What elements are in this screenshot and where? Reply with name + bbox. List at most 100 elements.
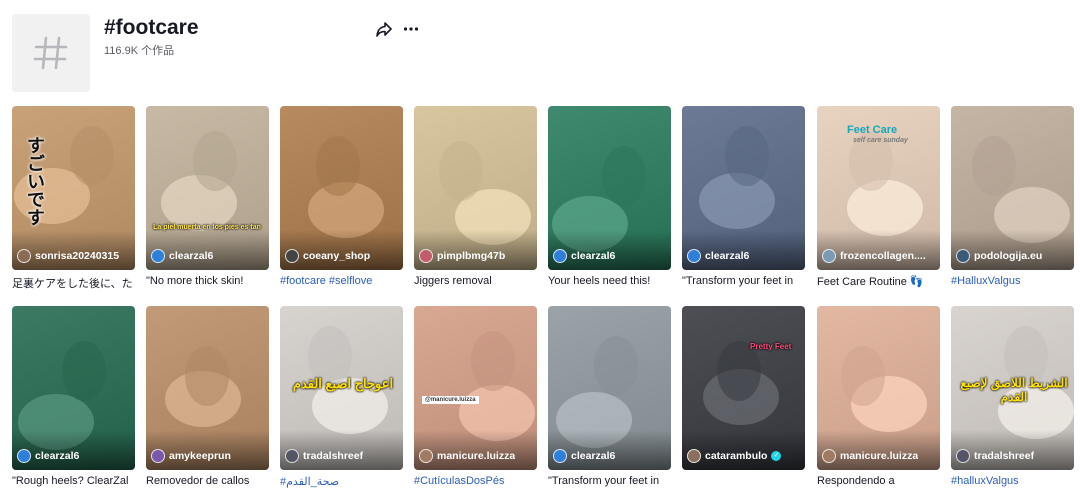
overlay-text: اعوجاج اصبع القدم: [292, 376, 394, 391]
video-caption: [682, 475, 805, 489]
author-avatar: [553, 449, 567, 463]
video-card[interactable]: pimplbmg47b Jiggers removal: [414, 106, 537, 289]
author-name: amykeeprun: [169, 450, 231, 462]
video-thumbnail[interactable]: Pretty Feet catarambulo ✓: [682, 306, 805, 470]
video-card[interactable]: Pretty Feet catarambulo ✓: [682, 306, 805, 489]
video-card[interactable]: La piel muerta en los pies es tan clearza…: [146, 106, 269, 289]
video-author[interactable]: tradalshreef: [285, 449, 400, 463]
video-card[interactable]: coeany_shop #footcare #selflove: [280, 106, 403, 289]
video-author[interactable]: clearzal6: [17, 449, 132, 463]
video-card[interactable]: manicure.luizza Respondendo a: [817, 306, 940, 489]
video-thumbnail[interactable]: Feet Care self care sunday frozencollagen.…: [817, 106, 940, 270]
overlay-text: Pretty Feet: [750, 342, 792, 351]
author-avatar: [956, 249, 970, 263]
author-name: manicure.luizza: [840, 450, 919, 462]
author-name: tradalshreef: [974, 450, 1035, 462]
video-caption: Jiggers removal: [414, 275, 492, 287]
author-name: sonrisa20240315: [35, 250, 120, 262]
author-avatar: [419, 249, 433, 263]
video-caption: Respondendo a: [817, 475, 895, 487]
video-author[interactable]: amykeeprun: [151, 449, 266, 463]
author-name: tradalshreef: [303, 450, 364, 462]
author-avatar: [822, 449, 836, 463]
video-thumbnail[interactable]: الشريط اللاصق لإصبع القدم tradalshreef: [951, 306, 1074, 470]
video-thumbnail[interactable]: clearzal6: [548, 106, 671, 270]
video-card[interactable]: podologija.eu #HalluxValgus: [951, 106, 1074, 289]
video-author[interactable]: clearzal6: [553, 449, 668, 463]
verified-icon: ✓: [771, 451, 782, 461]
author-name: frozencollagen....: [840, 250, 926, 262]
overlay-subtext: self care sunday: [853, 137, 908, 144]
video-card[interactable]: @manicure.luizza manicure.luizza #Cutícula…: [414, 306, 537, 489]
video-caption: 足裏ケアをした後に、た: [12, 278, 133, 289]
video-thumbnail[interactable]: clearzal6: [548, 306, 671, 470]
video-author[interactable]: sonrisa20240315: [17, 249, 132, 263]
author-avatar: [822, 249, 836, 263]
video-caption[interactable]: #CutículasDosPés: [414, 475, 537, 489]
video-thumbnail[interactable]: manicure.luizza: [817, 306, 940, 470]
video-thumbnail[interactable]: すごいです sonrisa20240315: [12, 106, 135, 270]
author-name: clearzal6: [169, 250, 214, 262]
video-author[interactable]: clearzal6: [151, 249, 266, 263]
video-thumbnail[interactable]: pimplbmg47b: [414, 106, 537, 270]
video-card[interactable]: الشريط اللاصق لإصبع القدم tradalshreef #ha…: [951, 306, 1074, 489]
author-avatar: [151, 449, 165, 463]
overlay-text: الشريط اللاصق لإصبع القدم: [960, 376, 1068, 404]
video-card[interactable]: Feet Care self care sunday frozencollagen.…: [817, 106, 940, 289]
video-author[interactable]: clearzal6: [553, 249, 668, 263]
video-caption[interactable]: #صحة_القدم: [280, 475, 403, 489]
video-card[interactable]: amykeeprun Removedor de callos: [146, 306, 269, 489]
video-thumbnail[interactable]: clearzal6: [12, 306, 135, 470]
video-author[interactable]: clearzal6: [687, 249, 802, 263]
author-avatar: [285, 449, 299, 463]
author-name: podologija.eu: [974, 250, 1043, 262]
video-author[interactable]: frozencollagen....: [822, 249, 937, 263]
author-name: coeany_shop: [303, 250, 371, 262]
page-title: #footcare: [104, 16, 199, 39]
video-author[interactable]: podologija.eu: [956, 249, 1071, 263]
video-card[interactable]: すごいです sonrisa20240315 足裏ケアをした後に、た: [12, 106, 135, 289]
video-thumbnail[interactable]: podologija.eu: [951, 106, 1074, 270]
video-thumbnail[interactable]: La piel muerta en los pies es tan clearza…: [146, 106, 269, 270]
video-caption[interactable]: #HalluxValgus: [951, 275, 1074, 289]
video-author[interactable]: coeany_shop: [285, 249, 400, 263]
video-author[interactable]: pimplbmg47b: [419, 249, 534, 263]
overlay-text: @manicure.luizza: [422, 396, 479, 404]
author-avatar: [419, 449, 433, 463]
author-name: clearzal6: [705, 250, 750, 262]
video-caption: "Transform your feet in: [548, 475, 660, 487]
author-name: clearzal6: [35, 450, 80, 462]
share-button[interactable]: [375, 20, 393, 38]
video-caption: "No more thick skin!: [146, 275, 244, 287]
video-card[interactable]: clearzal6 "Rough heels? ClearZal: [12, 306, 135, 489]
video-caption: "Transform your feet in: [682, 275, 794, 287]
author-avatar: [151, 249, 165, 263]
video-caption[interactable]: #halluxValgus: [951, 475, 1074, 489]
post-count: 116.9K 个作品: [104, 45, 175, 57]
more-options-button[interactable]: [402, 20, 420, 38]
author-avatar: [17, 249, 31, 263]
video-card[interactable]: clearzal6 "Transform your feet in: [682, 106, 805, 289]
video-author[interactable]: manicure.luizza: [419, 449, 534, 463]
video-thumbnail[interactable]: clearzal6: [682, 106, 805, 270]
video-card[interactable]: clearzal6 "Transform your feet in: [548, 306, 671, 489]
author-avatar: [17, 449, 31, 463]
video-card[interactable]: اعوجاج اصبع القدم tradalshreef #صحة_القدم: [280, 306, 403, 489]
hashtag-icon: [33, 36, 68, 70]
video-caption[interactable]: #footcare #selflove: [280, 275, 403, 289]
video-card[interactable]: clearzal6 Your heels need this!: [548, 106, 671, 289]
author-name: manicure.luizza: [437, 450, 516, 462]
video-thumbnail[interactable]: اعوجاج اصبع القدم tradalshreef: [280, 306, 403, 470]
video-thumbnail[interactable]: @manicure.luizza manicure.luizza: [414, 306, 537, 470]
more-icon: [403, 27, 419, 31]
author-avatar: [553, 249, 567, 263]
author-avatar: [285, 249, 299, 263]
video-thumbnail[interactable]: coeany_shop: [280, 106, 403, 270]
author-avatar: [956, 449, 970, 463]
author-avatar: [687, 449, 701, 463]
video-author[interactable]: manicure.luizza: [822, 449, 937, 463]
video-author[interactable]: tradalshreef: [956, 449, 1071, 463]
author-name: clearzal6: [571, 250, 616, 262]
video-author[interactable]: catarambulo ✓: [687, 449, 802, 463]
video-thumbnail[interactable]: amykeeprun: [146, 306, 269, 470]
